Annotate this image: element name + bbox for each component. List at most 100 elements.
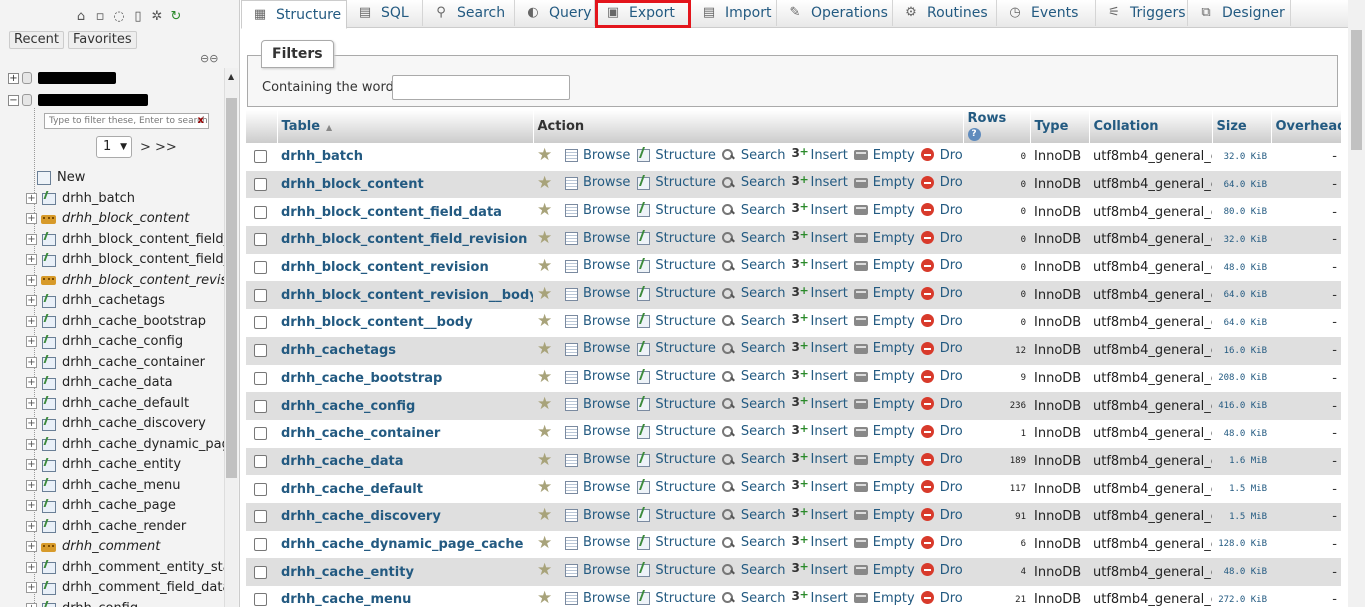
favorite-star-icon[interactable] (537, 200, 556, 220)
row-checkbox[interactable] (254, 150, 267, 164)
tree-table-item[interactable]: + drhh_config (26, 598, 224, 607)
table-name-link[interactable]: drhh_block_content_field_data (281, 205, 502, 220)
tree-table-item[interactable]: + drhh_block_content (26, 209, 224, 229)
drop-action-link[interactable]: Drop (920, 397, 963, 412)
size-cell[interactable]: 128.0 KiB (1212, 530, 1271, 559)
tree-table-item[interactable]: + drhh_cache_data (26, 373, 224, 393)
tree-item-label[interactable]: drhh_block_content_revision (62, 273, 224, 288)
expand-icon[interactable]: + (26, 213, 37, 224)
drop-action-link[interactable]: Drop (920, 480, 963, 495)
drop-action-link[interactable]: Drop (920, 175, 963, 190)
tree-item-label[interactable]: drhh_comment_field_data (62, 580, 224, 595)
favorite-star-icon[interactable] (537, 367, 556, 387)
size-cell[interactable]: 16.0 KiB (1212, 336, 1271, 365)
browse-action-link[interactable]: Browse (564, 397, 630, 412)
database-item-redacted-2[interactable]: − (8, 92, 148, 108)
tree-item-label[interactable]: drhh_cache_config (62, 334, 183, 349)
insert-action-link[interactable]: Insert (792, 256, 848, 274)
favorite-star-icon[interactable] (537, 450, 556, 470)
empty-action-link[interactable]: Empty (853, 258, 915, 273)
browse-action-link[interactable]: Browse (564, 480, 630, 495)
table-icon[interactable] (41, 499, 57, 513)
collation-column-header[interactable]: Collation (1089, 110, 1213, 143)
expand-icon[interactable]: + (26, 315, 37, 327)
table-name-link[interactable]: drhh_batch (281, 149, 363, 164)
clear-filter-button[interactable]: x (198, 114, 204, 128)
size-cell[interactable]: 32.0 KiB (1212, 226, 1271, 254)
size-cell[interactable]: 1.6 MiB (1212, 447, 1271, 476)
browse-action-link[interactable]: Browse (564, 563, 630, 578)
browse-action-link[interactable]: Browse (564, 452, 630, 467)
view-icon[interactable] (41, 273, 57, 287)
database-item-redacted-1[interactable]: + (8, 70, 116, 86)
tree-table-item[interactable]: + drhh_cache_menu (26, 475, 224, 495)
size-cell[interactable]: 1.5 MiB (1212, 475, 1271, 503)
favorite-star-icon[interactable] (537, 284, 556, 304)
row-checkbox[interactable] (254, 510, 267, 524)
structure-action-link[interactable]: Structure (636, 258, 716, 273)
row-checkbox[interactable] (254, 427, 267, 441)
expand-icon[interactable]: + (26, 520, 37, 532)
filter-word-input[interactable] (392, 75, 570, 100)
expand-icon[interactable]: + (26, 541, 37, 552)
structure-action-link[interactable]: Structure (636, 563, 716, 578)
insert-action-link[interactable]: Insert (792, 145, 848, 163)
tab-events[interactable]: ◷ Events (997, 0, 1096, 26)
empty-action-link[interactable]: Empty (853, 591, 915, 606)
favorite-star-icon[interactable] (537, 394, 556, 414)
tree-table-item[interactable]: + drhh_block_content_field_revision (26, 250, 224, 270)
reload-icon[interactable]: ↻ (168, 9, 184, 25)
tree-item-label[interactable]: drhh_config (62, 601, 138, 607)
tree-table-item[interactable]: + drhh_cache_bootstrap (26, 311, 224, 331)
size-cell[interactable]: 32.0 KiB (1212, 143, 1271, 171)
search-action-link[interactable]: Search (721, 591, 786, 606)
tree-item-label[interactable]: drhh_cache_discovery (62, 416, 206, 431)
row-checkbox[interactable] (254, 482, 267, 496)
table-icon[interactable] (41, 417, 57, 431)
row-checkbox[interactable] (254, 454, 267, 468)
structure-action-link[interactable]: Structure (636, 203, 716, 218)
structure-action-link[interactable]: Structure (636, 148, 716, 163)
row-checkbox[interactable] (254, 316, 267, 330)
table-icon[interactable] (41, 478, 57, 492)
favorite-star-icon[interactable] (537, 256, 556, 276)
insert-action-link[interactable]: Insert (792, 228, 848, 246)
row-checkbox[interactable] (254, 233, 267, 247)
search-action-link[interactable]: Search (721, 563, 786, 578)
drop-action-link[interactable]: Drop (920, 341, 963, 356)
scroll-up-icon[interactable]: ▲ (228, 72, 234, 81)
view-icon[interactable] (41, 212, 57, 226)
favorite-star-icon[interactable] (537, 560, 556, 580)
insert-action-link[interactable]: Insert (792, 560, 848, 578)
favorite-star-icon[interactable] (537, 311, 556, 331)
tree-item-label[interactable]: drhh_comment_entity_statistics (62, 560, 224, 575)
expand-icon[interactable]: + (26, 254, 37, 265)
drop-action-link[interactable]: Drop (920, 203, 963, 218)
favorite-star-icon[interactable] (537, 422, 556, 442)
row-checkbox[interactable] (254, 261, 267, 275)
row-checkbox[interactable] (254, 371, 267, 385)
settings-icon[interactable]: ✲ (149, 9, 165, 25)
favorite-star-icon[interactable] (537, 173, 556, 193)
tree-table-item[interactable]: + drhh_cache_container (26, 352, 224, 372)
structure-action-link[interactable]: Structure (636, 591, 716, 606)
tree-item-label[interactable]: drhh_cache_entity (62, 457, 181, 472)
tree-table-item[interactable]: + drhh_comment_field_data (26, 578, 224, 598)
table-name-link[interactable]: drhh_cache_menu (281, 592, 411, 607)
search-action-link[interactable]: Search (721, 286, 786, 301)
tree-table-item[interactable]: + drhh_cache_render (26, 516, 224, 536)
tree-table-item[interactable]: + drhh_cache_discovery (26, 414, 224, 434)
tree-table-item[interactable]: + drhh_cache_config (26, 332, 224, 352)
tree-table-item[interactable]: + drhh_block_content_revision (26, 270, 224, 290)
empty-action-link[interactable]: Empty (853, 424, 915, 439)
structure-action-link[interactable]: Structure (636, 175, 716, 190)
scroll-thumb[interactable] (1351, 30, 1362, 150)
drop-action-link[interactable]: Drop (920, 258, 963, 273)
expand-icon[interactable]: + (26, 438, 37, 450)
tab-import[interactable]: ▤ Import (691, 0, 777, 26)
drop-action-link[interactable]: Drop (920, 452, 963, 467)
tree-item-label[interactable]: drhh_block_content (62, 211, 189, 226)
search-action-link[interactable]: Search (721, 369, 786, 384)
structure-action-link[interactable]: Structure (636, 480, 716, 495)
expand-icon[interactable]: + (26, 336, 37, 347)
